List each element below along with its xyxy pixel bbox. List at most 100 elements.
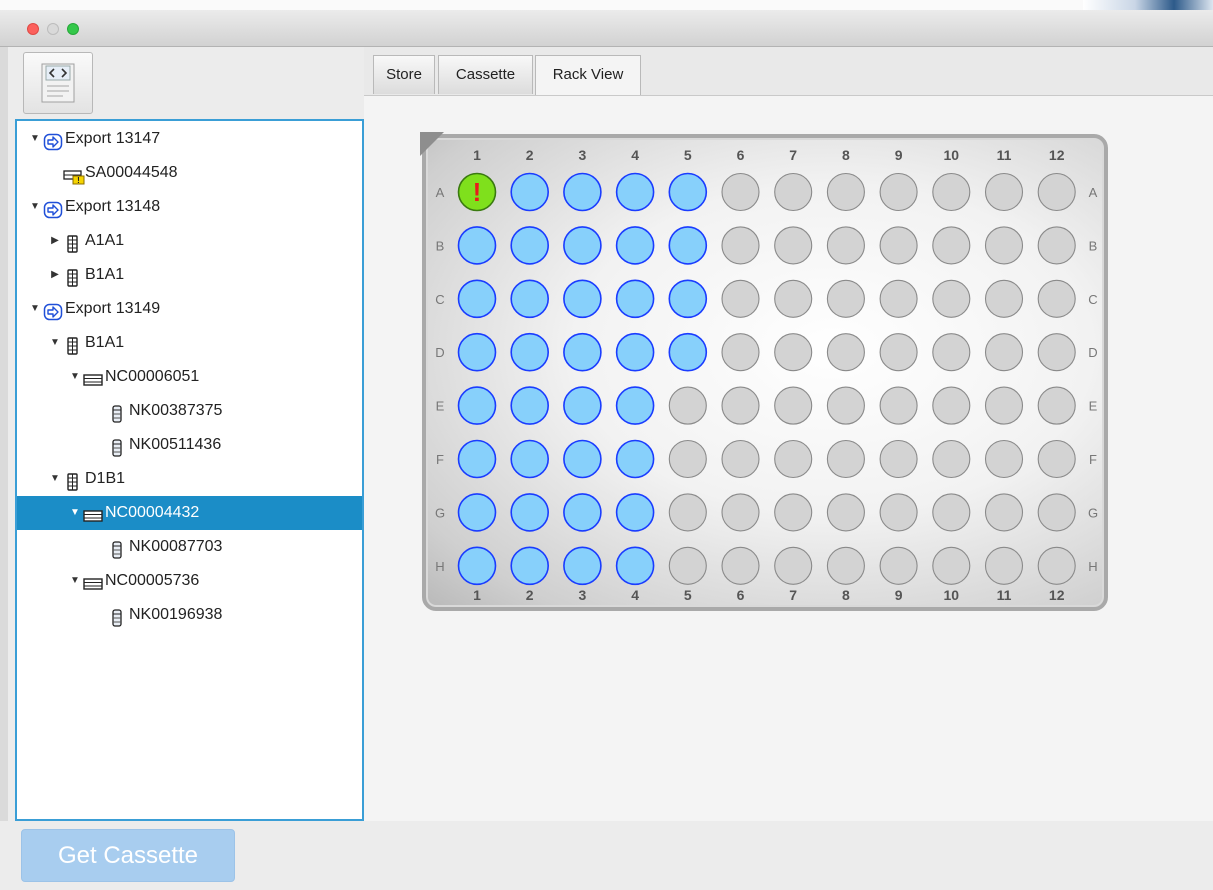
well-filled[interactable] bbox=[615, 332, 655, 372]
well-filled[interactable] bbox=[563, 332, 602, 372]
well-filled[interactable] bbox=[457, 226, 497, 265]
well-empty[interactable] bbox=[984, 493, 1024, 532]
column-label-top: 12 bbox=[1049, 147, 1065, 163]
well-filled[interactable] bbox=[510, 546, 550, 586]
well-filled[interactable] bbox=[668, 226, 708, 265]
well-empty[interactable] bbox=[932, 333, 971, 372]
well-filled[interactable] bbox=[668, 279, 708, 319]
well-empty[interactable] bbox=[774, 172, 813, 212]
well-empty[interactable] bbox=[774, 546, 813, 585]
well-filled[interactable] bbox=[510, 279, 550, 319]
well-empty[interactable] bbox=[1037, 172, 1076, 212]
column-label-bottom: 3 bbox=[579, 587, 587, 603]
well-filled[interactable] bbox=[563, 546, 602, 586]
well-filled[interactable] bbox=[563, 493, 602, 532]
well-filled[interactable] bbox=[615, 386, 655, 425]
well-empty[interactable] bbox=[932, 172, 971, 212]
well-filled[interactable] bbox=[457, 439, 497, 479]
well-empty[interactable] bbox=[932, 439, 971, 479]
well-empty[interactable] bbox=[984, 386, 1024, 425]
well-empty[interactable] bbox=[932, 493, 971, 532]
well-empty[interactable] bbox=[826, 279, 865, 318]
well-empty[interactable] bbox=[984, 333, 1024, 372]
well-empty[interactable] bbox=[826, 333, 865, 372]
well-filled[interactable] bbox=[668, 332, 708, 372]
well-filled[interactable] bbox=[563, 439, 602, 479]
well-filled[interactable] bbox=[457, 279, 497, 319]
well-empty[interactable] bbox=[774, 279, 813, 318]
well-filled[interactable] bbox=[615, 546, 655, 586]
well-empty[interactable] bbox=[774, 333, 813, 372]
well-filled[interactable] bbox=[510, 172, 550, 212]
well-empty[interactable] bbox=[826, 439, 865, 479]
well-filled[interactable] bbox=[615, 279, 655, 319]
well-empty[interactable] bbox=[826, 493, 865, 532]
well-empty[interactable] bbox=[1037, 226, 1076, 265]
well-empty[interactable] bbox=[668, 493, 707, 532]
well-empty[interactable] bbox=[879, 546, 918, 585]
get-cassette-button[interactable]: Get Cassette bbox=[21, 829, 235, 882]
well-filled[interactable] bbox=[457, 386, 497, 425]
well-empty[interactable] bbox=[879, 279, 918, 318]
well-empty[interactable] bbox=[1037, 493, 1076, 532]
well-filled[interactable] bbox=[510, 439, 550, 479]
well-filled[interactable] bbox=[457, 493, 497, 532]
well-empty[interactable] bbox=[826, 546, 865, 585]
well-empty[interactable] bbox=[668, 546, 707, 585]
well-empty[interactable] bbox=[826, 172, 865, 212]
well-filled[interactable] bbox=[510, 332, 550, 372]
well-empty[interactable] bbox=[721, 493, 760, 532]
well-empty[interactable] bbox=[984, 226, 1024, 265]
well-filled[interactable] bbox=[510, 386, 550, 425]
well-empty[interactable] bbox=[879, 493, 918, 532]
well-empty[interactable] bbox=[1037, 386, 1076, 425]
well-empty[interactable] bbox=[1037, 279, 1076, 318]
well-empty[interactable] bbox=[826, 226, 865, 265]
well-empty[interactable] bbox=[721, 546, 760, 585]
well-empty[interactable] bbox=[668, 386, 707, 425]
well-empty[interactable] bbox=[984, 172, 1024, 212]
well-empty[interactable] bbox=[1037, 439, 1076, 479]
well-filled[interactable] bbox=[563, 386, 602, 425]
well-filled[interactable] bbox=[563, 279, 602, 319]
well-empty[interactable] bbox=[774, 386, 813, 425]
well-empty[interactable] bbox=[879, 226, 918, 265]
well-empty[interactable] bbox=[721, 386, 760, 425]
well-empty[interactable] bbox=[1037, 333, 1076, 372]
well-empty[interactable] bbox=[721, 439, 760, 479]
well-filled[interactable] bbox=[563, 172, 602, 212]
well-empty[interactable] bbox=[879, 439, 918, 479]
well-filled[interactable] bbox=[615, 172, 655, 212]
well-filled[interactable] bbox=[615, 439, 655, 479]
well-empty[interactable] bbox=[879, 386, 918, 425]
row-label-left: G bbox=[435, 505, 445, 520]
well-filled[interactable] bbox=[457, 546, 497, 586]
well-empty[interactable] bbox=[984, 546, 1024, 585]
well-empty[interactable] bbox=[932, 386, 971, 425]
well-empty[interactable] bbox=[932, 279, 971, 318]
well-filled[interactable] bbox=[615, 226, 655, 265]
well-empty[interactable] bbox=[932, 546, 971, 585]
row-label-left: A bbox=[436, 185, 445, 200]
well-empty[interactable] bbox=[774, 226, 813, 265]
well-empty[interactable] bbox=[1037, 546, 1076, 585]
well-empty[interactable] bbox=[984, 439, 1024, 479]
well-filled[interactable] bbox=[510, 226, 550, 265]
well-empty[interactable] bbox=[984, 279, 1024, 318]
well-filled[interactable] bbox=[615, 493, 655, 532]
well-filled[interactable] bbox=[668, 172, 708, 212]
well-empty[interactable] bbox=[774, 439, 813, 479]
well-empty[interactable] bbox=[774, 493, 813, 532]
well-empty[interactable] bbox=[879, 333, 918, 372]
well-empty[interactable] bbox=[721, 172, 760, 212]
well-empty[interactable] bbox=[721, 333, 760, 372]
well-empty[interactable] bbox=[668, 439, 707, 479]
well-empty[interactable] bbox=[826, 386, 865, 425]
well-empty[interactable] bbox=[932, 226, 971, 265]
well-filled[interactable] bbox=[457, 332, 497, 372]
well-empty[interactable] bbox=[721, 279, 760, 318]
well-empty[interactable] bbox=[721, 226, 760, 265]
well-empty[interactable] bbox=[879, 172, 918, 212]
well-filled[interactable] bbox=[510, 493, 550, 532]
well-filled[interactable] bbox=[563, 226, 602, 265]
